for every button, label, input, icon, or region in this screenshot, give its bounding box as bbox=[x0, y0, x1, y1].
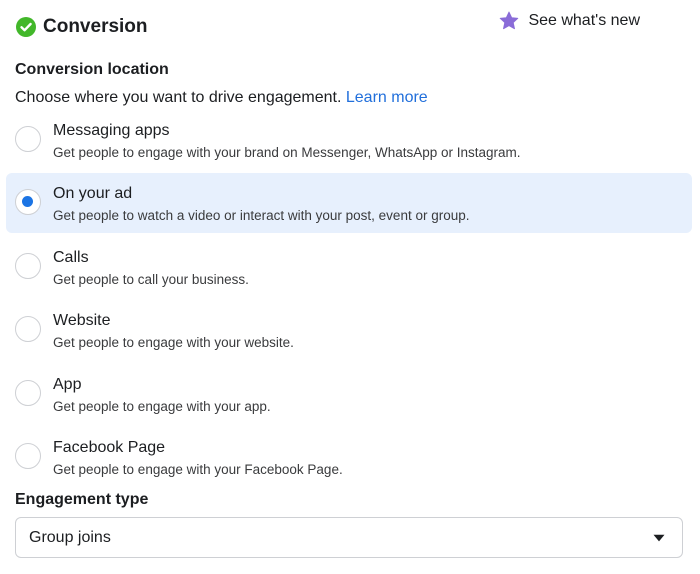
engagement-type-value: Group joins bbox=[29, 529, 111, 546]
description-text: Choose where you want to drive engagemen… bbox=[15, 89, 342, 106]
option-app[interactable]: App Get people to engage with your app. bbox=[6, 364, 692, 424]
option-label: On your ad bbox=[53, 185, 133, 202]
star-icon bbox=[500, 11, 519, 30]
page-title: Conversion bbox=[43, 16, 148, 37]
radio-button[interactable] bbox=[15, 126, 41, 152]
caret-down-icon bbox=[653, 534, 665, 542]
radio-button[interactable] bbox=[15, 443, 41, 469]
option-facebook-page[interactable]: Facebook Page Get people to engage with … bbox=[6, 427, 692, 487]
conversion-location-title: Conversion location bbox=[15, 61, 169, 78]
option-label: Facebook Page bbox=[53, 439, 166, 456]
engagement-type-title: Engagement type bbox=[15, 491, 149, 508]
radio-dot bbox=[22, 196, 33, 207]
option-description: Get people to engage with your brand on … bbox=[53, 145, 521, 160]
option-website[interactable]: Website Get people to engage with your w… bbox=[6, 300, 692, 360]
option-label: Website bbox=[53, 312, 111, 329]
option-messaging-apps[interactable]: Messaging apps Get people to engage with… bbox=[6, 110, 692, 170]
check-circle-icon bbox=[16, 17, 36, 37]
option-description: Get people to watch a video or interact … bbox=[53, 208, 470, 223]
option-description: Get people to engage with your app. bbox=[53, 399, 271, 414]
option-description: Get people to engage with your website. bbox=[53, 335, 294, 350]
see-whats-new-button[interactable]: See what's new bbox=[498, 8, 640, 34]
radio-button-selected[interactable] bbox=[15, 189, 41, 215]
engagement-type-select[interactable]: Group joins bbox=[15, 517, 683, 558]
option-description: Get people to call your business. bbox=[53, 272, 249, 287]
radio-button[interactable] bbox=[15, 380, 41, 406]
option-calls[interactable]: Calls Get people to call your business. bbox=[6, 237, 692, 297]
radio-button[interactable] bbox=[15, 316, 41, 342]
option-description: Get people to engage with your Facebook … bbox=[53, 462, 343, 477]
option-label: Calls bbox=[53, 249, 89, 266]
option-label: App bbox=[53, 376, 82, 393]
option-label: Messaging apps bbox=[53, 122, 170, 139]
learn-more-link[interactable]: Learn more bbox=[346, 89, 428, 106]
see-whats-new-label: See what's new bbox=[528, 12, 640, 29]
header: Conversion See what's new bbox=[14, 11, 686, 40]
radio-button[interactable] bbox=[15, 253, 41, 279]
conversion-location-description: Choose where you want to drive engagemen… bbox=[15, 88, 428, 108]
option-on-your-ad[interactable]: On your ad Get people to watch a video o… bbox=[6, 173, 692, 233]
